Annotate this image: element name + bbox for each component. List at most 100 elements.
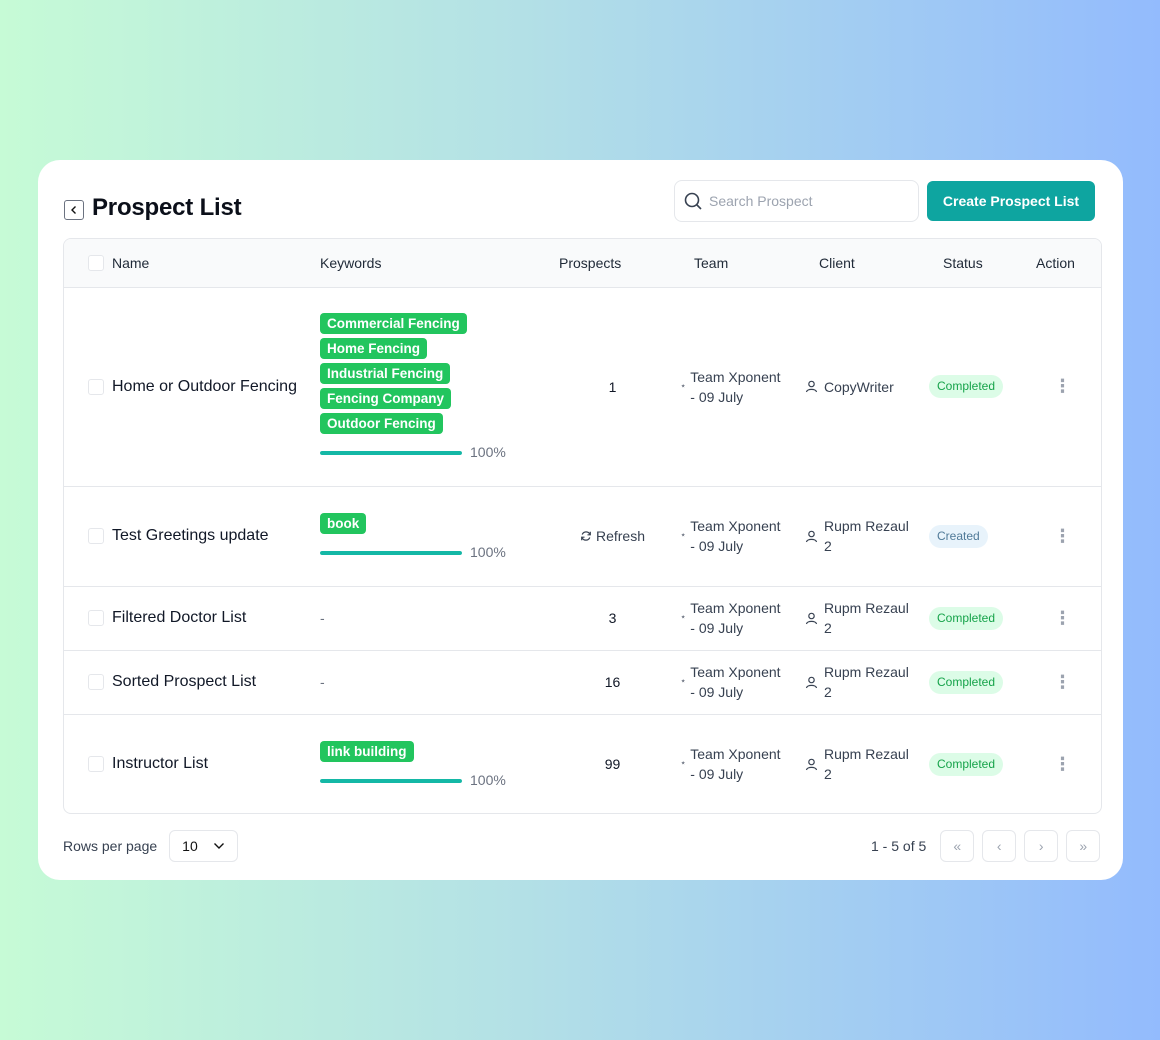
team-date: - 09 July <box>690 766 744 783</box>
table-row: Home or Outdoor Fencing Commercial Fenci… <box>64 287 1101 486</box>
client-cell: Rupm Rezaul 2 <box>805 516 929 556</box>
progress-bar-fill <box>320 778 462 783</box>
team-cell: ⋆ Team Xponent - 09 July <box>680 516 805 556</box>
create-prospect-list-button[interactable]: Create Prospect List <box>927 181 1095 221</box>
prospect-count: 99 <box>604 756 621 773</box>
refresh-label: Refresh <box>595 527 646 544</box>
user-icon <box>805 676 818 688</box>
team-cell: ⋆ Team Xponent - 09 July <box>680 598 805 638</box>
table-row: Instructor List link building 100% 99 ⋆ T… <box>64 714 1101 813</box>
team-date: - 09 July <box>690 684 744 700</box>
client-suffix: 2 <box>824 620 832 636</box>
progress-percent: 100% <box>470 543 506 560</box>
rows-per-page: Rows per page 10 <box>63 830 239 862</box>
keyword-tag: book <box>320 512 367 534</box>
more-vertical-icon[interactable]: ⋮ <box>1053 608 1073 629</box>
refresh-icon <box>581 530 591 541</box>
more-vertical-icon[interactable]: ⋮ <box>1053 672 1073 693</box>
users-icon: ⋆ <box>680 380 687 392</box>
status-badge: Completed <box>929 375 1004 398</box>
chevron-left-icon: ‹ <box>996 838 1002 854</box>
team-name: Team Xponent <box>690 664 781 680</box>
more-vertical-icon[interactable]: ⋮ <box>1053 754 1073 775</box>
column-header-team: Team <box>694 254 729 271</box>
row-checkbox[interactable] <box>88 378 104 395</box>
client-name: CopyWriter <box>824 378 894 395</box>
progress-percent: 100% <box>470 444 506 460</box>
keyword-tag: Home Fencing <box>320 338 428 359</box>
progress-bar-fill <box>320 451 462 455</box>
pagination: 1 - 5 of 5 « ‹ › » <box>871 830 1101 862</box>
refresh-button[interactable]: Refresh <box>580 528 645 544</box>
table-row: Test Greetings update book 100% Refresh … <box>64 486 1101 586</box>
prospect-count: 1 <box>608 378 617 395</box>
row-name: Test Greetings update <box>112 527 269 544</box>
client-name: Rupm Rezaul <box>824 518 909 534</box>
keyword-tag: Commercial Fencing <box>320 313 467 334</box>
rows-per-page-select[interactable]: 10 <box>169 830 239 862</box>
more-vertical-icon[interactable]: ⋮ <box>1053 376 1073 397</box>
users-icon: ⋆ <box>680 612 687 623</box>
keyword-tag: link building <box>320 740 414 762</box>
prospect-list-card: Prospect List Create Prospect List Name … <box>38 160 1123 880</box>
row-checkbox[interactable] <box>88 674 104 690</box>
search-icon <box>684 192 702 210</box>
last-page-button[interactable]: » <box>1066 830 1101 862</box>
progress-percent: 100% <box>470 771 506 788</box>
progress-bar-fill <box>320 550 462 555</box>
user-icon <box>805 758 818 771</box>
search-box[interactable] <box>674 180 919 222</box>
keyword-tag: Fencing Company <box>320 388 452 409</box>
column-header-prospects: Prospects <box>559 254 622 271</box>
rows-per-page-label: Rows per page <box>63 838 158 854</box>
chevron-left-icon <box>71 206 76 214</box>
client-cell: Rupm Rezaul 2 <box>805 662 929 702</box>
client-suffix: 2 <box>824 766 832 783</box>
row-name: Filtered Doctor List <box>112 609 247 626</box>
first-page-button[interactable]: « <box>940 830 975 862</box>
column-header-status: Status <box>943 254 983 271</box>
prospect-count: 3 <box>608 610 617 626</box>
keyword-progress: 100% <box>320 544 545 560</box>
team-date: - 09 July <box>690 388 744 405</box>
select-all-checkbox[interactable] <box>88 254 104 271</box>
row-checkbox[interactable] <box>88 756 104 773</box>
team-cell: ⋆ Team Xponent - 09 July <box>680 744 805 784</box>
keyword-list: book <box>320 512 545 534</box>
row-checkbox[interactable] <box>88 528 104 544</box>
page-range: 1 - 5 of 5 <box>871 838 927 854</box>
row-checkbox[interactable] <box>88 610 104 626</box>
client-cell: CopyWriter <box>805 377 929 397</box>
chevron-right-icon: › <box>1038 838 1044 854</box>
client-name: Rupm Rezaul <box>824 664 909 680</box>
more-vertical-icon[interactable]: ⋮ <box>1053 526 1073 547</box>
progress-bar <box>320 550 462 555</box>
rows-per-page-value: 10 <box>182 838 198 854</box>
client-cell: Rupm Rezaul 2 <box>805 744 929 784</box>
keyword-list: link building <box>320 740 545 762</box>
row-name: Sorted Prospect List <box>112 673 257 690</box>
team-date: - 09 July <box>690 620 744 636</box>
status-badge: Completed <box>929 670 1004 694</box>
team-name: Team Xponent <box>690 518 781 534</box>
team-cell: ⋆ Team Xponent - 09 July <box>680 662 805 702</box>
next-page-button[interactable]: › <box>1024 830 1059 862</box>
chevron-down-icon <box>214 843 225 849</box>
row-name: Instructor List <box>112 755 209 773</box>
keywords-empty: - <box>320 610 325 626</box>
user-icon <box>805 530 818 542</box>
users-icon: ⋆ <box>680 530 687 541</box>
keyword-progress: 100% <box>320 772 545 788</box>
table-row: Sorted Prospect List - 16 ⋆ Team Xponent -… <box>64 650 1101 714</box>
prev-page-button[interactable]: ‹ <box>982 830 1017 862</box>
back-button[interactable] <box>64 200 84 220</box>
client-cell: Rupm Rezaul 2 <box>805 598 929 638</box>
keyword-progress: 100% <box>320 444 545 460</box>
team-name: Team Xponent <box>690 600 781 616</box>
status-badge: Created <box>929 524 988 548</box>
chevrons-left-icon: « <box>953 838 962 854</box>
column-header-action: Action <box>1036 254 1075 271</box>
table-row: Filtered Doctor List - 3 ⋆ Team Xponent - … <box>64 586 1101 650</box>
team-name: Team Xponent <box>690 368 781 385</box>
search-input[interactable] <box>709 193 909 209</box>
